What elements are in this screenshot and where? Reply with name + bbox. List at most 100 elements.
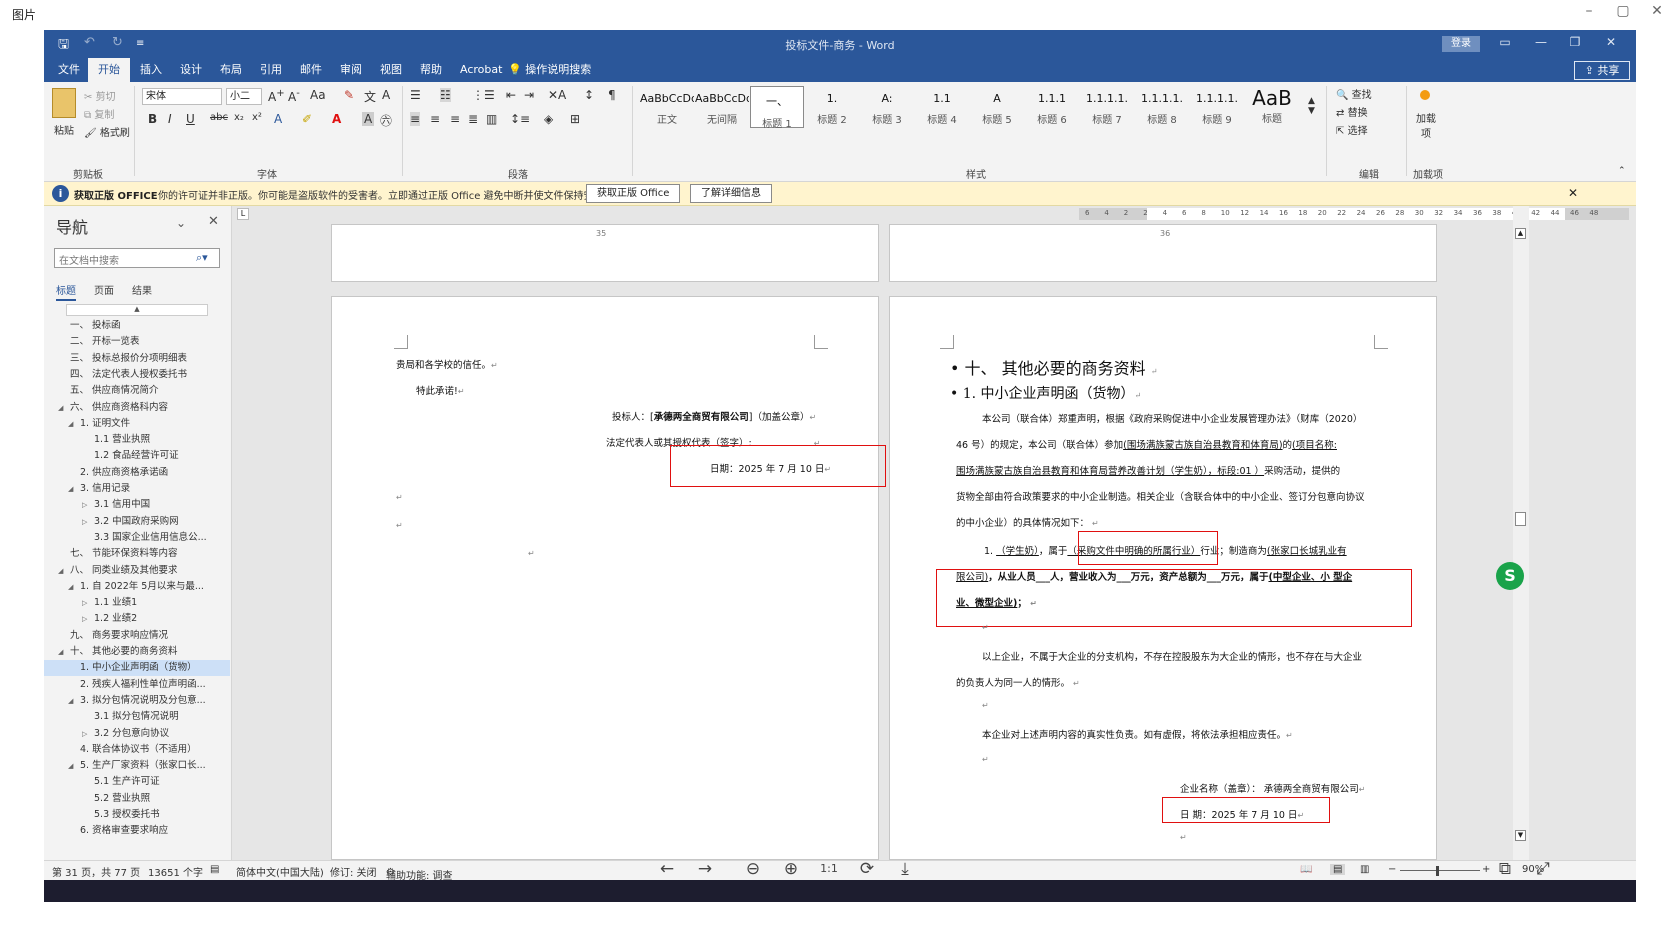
underline-icon[interactable]: U bbox=[186, 112, 195, 126]
heading-1[interactable]: • 十、 其他必要的商务资料 ↵ bbox=[950, 355, 1157, 379]
show-marks-icon[interactable]: ¶ bbox=[608, 88, 616, 102]
language-status[interactable]: 简体中文(中国大陆) bbox=[236, 864, 324, 879]
scroll-down-icon[interactable]: ▼ bbox=[1515, 830, 1526, 841]
style-item[interactable]: 1.1.1 标题 6 bbox=[1025, 86, 1079, 128]
undo-icon[interactable]: ↶ bbox=[84, 35, 95, 50]
style-item[interactable]: 1.1.1.1. 标题 8 bbox=[1135, 86, 1189, 128]
search-icon[interactable]: ⌕▾ bbox=[196, 251, 208, 265]
distributed-icon[interactable]: ▥ bbox=[486, 112, 497, 126]
nav-tree-item[interactable]: 5.2 营业执照 bbox=[44, 791, 230, 807]
numbering-icon[interactable]: ☷ bbox=[440, 88, 451, 102]
phonetic-icon[interactable]: 文 bbox=[364, 88, 376, 105]
tab-insert[interactable]: 插入 bbox=[130, 58, 172, 82]
shrink-font-icon[interactable]: A- bbox=[288, 88, 300, 104]
line-spacing-icon[interactable]: ↕≡ bbox=[510, 112, 530, 126]
char-border-icon[interactable]: A bbox=[382, 88, 390, 102]
tab-help[interactable]: 帮助 bbox=[410, 58, 452, 82]
nav-tree-item[interactable]: 1.2 食品经营许可证 bbox=[44, 448, 230, 464]
nav-tree-item[interactable]: 七、 节能环保资料等内容 bbox=[44, 546, 230, 562]
grow-font-icon[interactable]: A+ bbox=[268, 88, 285, 104]
nav-tab-pages[interactable]: 页面 bbox=[94, 282, 114, 297]
statement-line[interactable]: 货物全部由符合政策要求的中小企业制造。相关企业（含联合体中的中小企业、签订分包意… bbox=[956, 489, 1365, 503]
copy-button[interactable]: ⧉ 复制 bbox=[84, 106, 114, 121]
bidder-line[interactable]: 投标人：[承德两全商贸有限公司]（加盖公章）↵ bbox=[612, 409, 816, 423]
statement-line[interactable]: 围场满族蒙古族自治县教育和体育局营养改善计划（学生奶），标段:01 ）采购活动，… bbox=[956, 463, 1340, 477]
change-case-icon[interactable]: Aa bbox=[310, 88, 326, 102]
ribbon-display-icon[interactable]: ▭ bbox=[1490, 35, 1520, 49]
rotate-icon[interactable]: ⟳ bbox=[856, 858, 878, 880]
shading-icon[interactable]: ◈ bbox=[544, 112, 553, 126]
nav-tree-item[interactable]: 2. 供应商资格承诺函 bbox=[44, 465, 230, 481]
nav-tree-item[interactable]: ▷ 1.2 业绩2 bbox=[44, 611, 230, 627]
style-item[interactable]: 1.1 标题 4 bbox=[915, 86, 969, 128]
char-shading-icon[interactable]: A bbox=[362, 112, 375, 126]
tab-file[interactable]: 文件 bbox=[48, 58, 90, 82]
style-item[interactable]: 1.1.1.1. 标题 7 bbox=[1080, 86, 1134, 128]
bold-icon[interactable]: B bbox=[148, 112, 157, 126]
minimize-icon[interactable]: – bbox=[1578, 2, 1600, 20]
zoom-out-viewer-icon[interactable]: ⊖ bbox=[742, 858, 764, 880]
nav-tree-item[interactable]: 3.3 国家企业信用信息公... bbox=[44, 530, 230, 546]
tab-design[interactable]: 设计 bbox=[170, 58, 212, 82]
paste-label[interactable]: 粘贴 bbox=[54, 122, 74, 137]
screenshot-icon[interactable]: ⧉ bbox=[1494, 858, 1516, 880]
nav-tree-item[interactable]: ◢ 十、 其他必要的商务资料 bbox=[44, 644, 230, 660]
get-genuine-office-button[interactable]: 获取正版 Office bbox=[586, 184, 681, 203]
fullscreen-icon[interactable]: ⤢ bbox=[1532, 858, 1554, 880]
statement-line[interactable]: 本企业对上述声明内容的真实性负责。如有虚假，将依法承担相应责任。↵ bbox=[982, 727, 1293, 741]
previous-icon[interactable]: ← bbox=[656, 858, 678, 880]
align-right-icon[interactable]: ≡ bbox=[450, 112, 460, 126]
download-icon[interactable]: ⤓ bbox=[894, 858, 916, 880]
bullets-icon[interactable]: ☰ bbox=[410, 88, 421, 102]
expand-arrow-icon[interactable]: ▷ bbox=[82, 497, 87, 513]
nav-tree-item[interactable]: 4. 联合体协议书（不适用） bbox=[44, 742, 230, 758]
scroll-up-icon[interactable]: ▲ bbox=[1515, 228, 1526, 239]
word-count-status[interactable]: 13651 个字 bbox=[148, 864, 203, 879]
superscript-icon[interactable]: x² bbox=[252, 112, 262, 123]
nav-tree-item[interactable]: 6. 资格审查要求响应 bbox=[44, 823, 230, 839]
font-size-select[interactable]: 小二 bbox=[226, 88, 262, 105]
zoom-slider-thumb[interactable] bbox=[1436, 866, 1439, 876]
page-count-status[interactable]: 第 31 页，共 77 页 bbox=[52, 864, 140, 879]
statement-line[interactable]: 以上企业，不属于大企业的分支机构，不存在控股股东为大企业的情形，也不存在与大企业 bbox=[982, 649, 1362, 663]
maximize-icon[interactable]: ▢ bbox=[1612, 2, 1634, 20]
tab-home[interactable]: 开始 bbox=[88, 58, 130, 82]
login-button[interactable]: 登录 bbox=[1442, 36, 1480, 52]
expand-arrow-icon[interactable]: ▷ bbox=[82, 514, 87, 530]
nav-tree-item[interactable]: 二、 开标一览表 bbox=[44, 334, 230, 350]
cut-button[interactable]: ✂ 剪切 bbox=[84, 88, 116, 103]
expand-arrow-icon[interactable]: ▷ bbox=[82, 611, 87, 627]
nav-options-icon[interactable]: ⌄ bbox=[176, 216, 186, 230]
tab-references[interactable]: 引用 bbox=[250, 58, 292, 82]
align-center-icon[interactable]: ≡ bbox=[430, 112, 440, 126]
align-left-icon[interactable]: ≡ bbox=[410, 112, 421, 126]
nav-tab-results[interactable]: 结果 bbox=[132, 282, 152, 297]
tab-view[interactable]: 视图 bbox=[370, 58, 412, 82]
word-minimize-icon[interactable]: — bbox=[1526, 35, 1556, 49]
decrease-indent-icon[interactable]: ⇤ bbox=[506, 88, 516, 102]
justify-icon[interactable]: ≣ bbox=[468, 112, 478, 126]
asian-layout-icon[interactable]: ✕A bbox=[548, 88, 566, 102]
highlight-icon[interactable]: ✐ bbox=[302, 112, 312, 126]
find-button[interactable]: 🔍 查找 bbox=[1336, 86, 1372, 101]
text-effects-icon[interactable]: A bbox=[274, 112, 282, 126]
nav-scroll-up-icon[interactable]: ▲ bbox=[66, 304, 208, 316]
addins-button[interactable]: 加载项 bbox=[1414, 110, 1438, 140]
learn-more-button[interactable]: 了解详细信息 bbox=[690, 184, 772, 203]
style-item[interactable]: A 标题 5 bbox=[970, 86, 1024, 128]
tab-selector-icon[interactable]: L bbox=[237, 208, 249, 220]
expand-arrow-icon[interactable]: ◢ bbox=[68, 758, 73, 774]
nav-tree-item[interactable]: 1. 中小企业声明函（货物） bbox=[44, 660, 230, 677]
word-restore-icon[interactable]: ❐ bbox=[1560, 35, 1590, 49]
tab-mailings[interactable]: 邮件 bbox=[290, 58, 332, 82]
nav-tree-item[interactable]: ◢ 八、 同类业绩及其他要求 bbox=[44, 563, 230, 579]
customize-qat-icon[interactable]: ≡ bbox=[136, 38, 144, 49]
company-line[interactable]: 企业名称（盖章）： 承德两全商贸有限公司↵ bbox=[1180, 781, 1365, 795]
vertical-scrollbar[interactable]: ▲ ▼ bbox=[1513, 206, 1529, 860]
subscript-icon[interactable]: x₂ bbox=[234, 112, 244, 123]
paragraph[interactable]: 贵局和各学校的信任。↵ bbox=[396, 357, 498, 371]
nav-tree-item[interactable]: 九、 商务要求响应情况 bbox=[44, 628, 230, 644]
font-color-icon[interactable]: A bbox=[332, 112, 341, 126]
horizontal-ruler[interactable]: 6422468101214161820222426283032343638404… bbox=[1079, 208, 1629, 220]
actual-size-icon[interactable]: 1:1 bbox=[818, 858, 840, 880]
